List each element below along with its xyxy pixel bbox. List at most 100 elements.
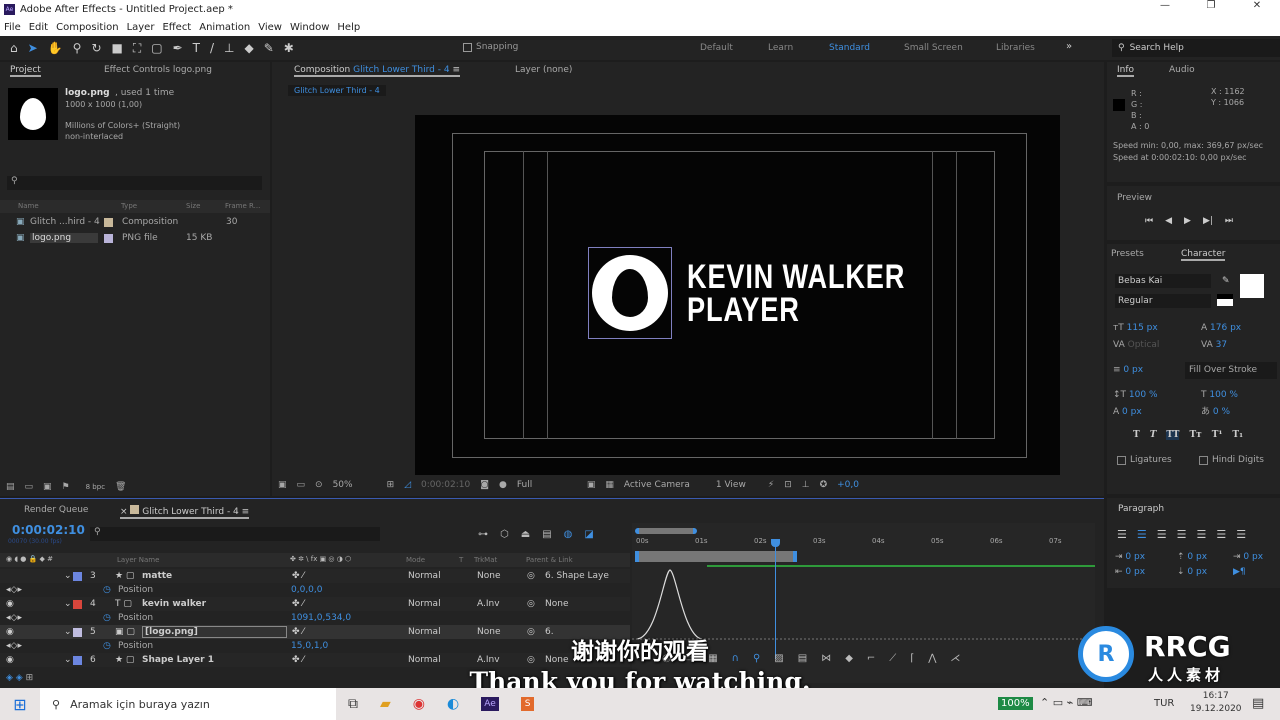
subscript-icon[interactable]: T₁ <box>1232 430 1243 440</box>
project-item[interactable]: ▣ Glitch ...hird - 4 Composition 30 <box>0 215 270 229</box>
column-mode[interactable]: Mode <box>406 556 425 564</box>
justify-left-icon[interactable]: ☰ <box>1177 528 1187 541</box>
comp-mini-flowchart-icon[interactable]: ⊶ <box>478 529 488 540</box>
snapshot-icon[interactable]: ◙ <box>480 480 489 490</box>
layer-switches[interactable]: ✤ ⁄ <box>292 599 304 609</box>
layer-name[interactable]: matte <box>142 571 172 581</box>
fast-preview-icon[interactable]: ⚡ <box>768 480 774 490</box>
transparency-icon[interactable]: ▦ <box>605 480 614 490</box>
snapping-toggle[interactable]: Snapping <box>463 42 518 52</box>
font-style-select[interactable]: Regular <box>1115 294 1211 308</box>
align-center-icon[interactable]: ☰ <box>1137 528 1147 541</box>
maximize-button[interactable]: ❐ <box>1188 0 1234 11</box>
baseline-shift-value[interactable]: 0 px <box>1122 407 1142 417</box>
timeline-icon[interactable]: ⊡ <box>784 480 792 490</box>
display-icon[interactable]: ▭ <box>297 480 306 490</box>
mode-select[interactable]: Normal <box>408 571 441 581</box>
search-help-input[interactable]: ⚲ Search Help <box>1112 39 1280 57</box>
leading-value[interactable]: 176 px <box>1210 323 1241 333</box>
frame-blending-icon[interactable]: ▤ <box>542 529 551 540</box>
stopwatch-icon[interactable]: ◷ <box>103 613 111 623</box>
tab-presets[interactable]: Presets <box>1111 249 1144 259</box>
graph-editor-icon[interactable]: ◪ <box>584 529 593 540</box>
layer-label-color[interactable] <box>73 599 82 609</box>
task-view-icon[interactable]: ⧉ <box>348 696 358 712</box>
selection-tool-icon[interactable]: ➤ <box>28 41 38 55</box>
trkmat-select[interactable]: A.Inv <box>477 599 500 609</box>
color-channel-icon[interactable]: ● <box>499 480 507 490</box>
timeline-timecode[interactable]: 0:00:02:10 <box>12 523 85 537</box>
always-preview-icon[interactable]: ▣ <box>278 480 287 490</box>
clock[interactable]: 16:17 19.12.2020 <box>1190 690 1242 716</box>
work-area-navigator[interactable] <box>635 528 697 534</box>
column-t[interactable]: T <box>459 556 463 564</box>
roto-brush-tool-icon[interactable]: ✎ <box>264 41 274 55</box>
layer-switches[interactable]: ✤ ⁄ <box>292 571 304 581</box>
ligatures-checkbox[interactable]: Ligatures <box>1117 455 1172 465</box>
trash-icon[interactable]: 🗑 <box>115 482 126 492</box>
fill-color-swatch[interactable] <box>1240 274 1264 298</box>
align-right-icon[interactable]: ☰ <box>1157 528 1167 541</box>
region-icon[interactable]: ▣ <box>587 480 596 490</box>
menu-view[interactable]: View <box>258 22 282 33</box>
column-parent[interactable]: Parent & Link <box>526 556 573 564</box>
align-left-icon[interactable]: ☰ <box>1117 528 1127 541</box>
menu-layer[interactable]: Layer <box>127 22 155 33</box>
label-color[interactable] <box>104 217 113 227</box>
work-area-bar[interactable] <box>635 551 797 562</box>
workspace-default[interactable]: Default <box>700 36 733 60</box>
label-color[interactable] <box>104 233 113 243</box>
menu-file[interactable]: File <box>4 22 21 33</box>
all-caps-icon[interactable]: TT <box>1166 430 1180 440</box>
workspace-libraries[interactable]: Libraries <box>996 36 1035 60</box>
play-icon[interactable]: ▶ <box>1184 216 1191 226</box>
new-comp-icon[interactable]: ▣ <box>43 482 52 492</box>
property-value[interactable]: 1091,0,534,0 <box>291 613 351 623</box>
vr-icon[interactable]: ⊙ <box>315 480 323 490</box>
property-value[interactable]: 0,0,0,0 <box>291 585 323 595</box>
clone-stamp-tool-icon[interactable]: ⊥ <box>224 41 234 55</box>
pen-tool-icon[interactable]: ✒ <box>173 41 183 55</box>
close-button[interactable]: ✕ <box>1234 0 1280 11</box>
stopwatch-icon[interactable]: ◷ <box>103 585 111 595</box>
font-size-value[interactable]: 115 px <box>1127 323 1158 333</box>
comp-breadcrumb[interactable]: Glitch Lower Third - 4 <box>288 85 386 96</box>
font-family-select[interactable]: Bebas Kai <box>1115 274 1211 288</box>
workspace-standard[interactable]: Standard <box>829 36 870 60</box>
camera-select[interactable]: Active Camera <box>624 480 706 490</box>
faux-italic-icon[interactable]: T <box>1150 430 1157 440</box>
column-layer-name[interactable]: Layer Name <box>117 556 159 564</box>
horizontal-scale-value[interactable]: 100 % <box>1209 390 1238 400</box>
flowchart-icon[interactable]: ⚑ <box>62 482 70 492</box>
tab-render-queue[interactable]: Render Queue <box>24 505 88 515</box>
shy-layers-icon[interactable]: ⏏ <box>521 529 530 540</box>
battery-indicator[interactable]: 100% <box>998 697 1033 710</box>
minimize-button[interactable]: — <box>1142 0 1188 11</box>
hand-tool-icon[interactable]: ✋ <box>48 41 63 55</box>
project-search-input[interactable]: ⚲ <box>7 176 262 190</box>
first-line-indent-value[interactable]: 0 px <box>1243 552 1263 562</box>
menu-edit[interactable]: Edit <box>29 22 48 33</box>
next-frame-icon[interactable]: ▶| <box>1203 216 1213 226</box>
tab-composition[interactable]: Composition Glitch Lower Third - 4 ≡ <box>294 65 460 77</box>
column-size[interactable]: Size <box>186 202 200 210</box>
motion-blur-icon[interactable]: ◍ <box>564 529 573 540</box>
text-layer-kevin-walker[interactable]: KEVIN WALKER PLAYER <box>687 260 905 327</box>
previous-frame-icon[interactable]: ◀ <box>1165 216 1172 226</box>
column-type[interactable]: Type <box>121 202 137 210</box>
keyframe-navigator[interactable]: ◂◇▸ <box>6 613 22 623</box>
workspace-small-screen[interactable]: Small Screen <box>904 36 963 60</box>
stroke-none-swatch[interactable] <box>1217 294 1233 306</box>
menu-window[interactable]: Window <box>290 22 329 33</box>
space-after-value[interactable]: 0 px <box>1187 567 1207 577</box>
last-frame-icon[interactable]: ⏭ <box>1225 216 1233 226</box>
space-before-value[interactable]: 0 px <box>1187 552 1207 562</box>
tab-timeline-comp[interactable]: × Glitch Lower Third - 4 ≡ <box>120 505 250 519</box>
eraser-tool-icon[interactable]: ◆ <box>245 41 254 55</box>
trkmat-select[interactable]: None <box>477 571 500 581</box>
hindi-digits-checkbox[interactable]: Hindi Digits <box>1199 455 1264 465</box>
expand-chevron-icon[interactable]: ⌄ <box>64 599 72 609</box>
keyframe-navigator[interactable]: ◂◇▸ <box>6 585 22 595</box>
pick-whip-icon[interactable]: ◎ <box>527 571 535 581</box>
taskbar-search-input[interactable]: ⚲ Aramak için buraya yazın <box>40 688 336 720</box>
